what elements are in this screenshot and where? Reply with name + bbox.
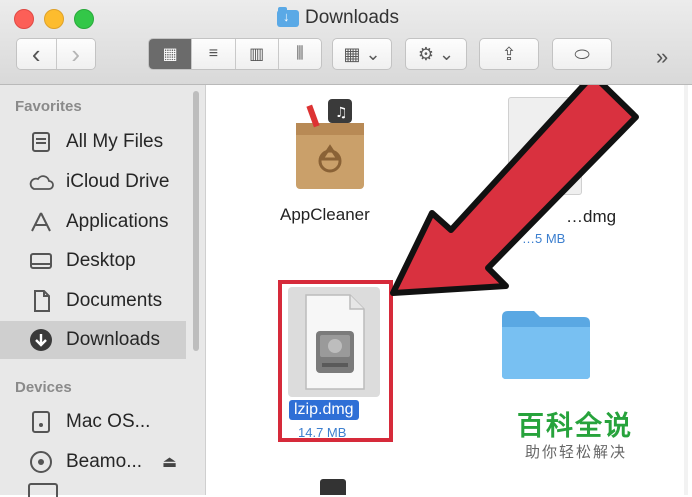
documents-icon [28,289,54,313]
sidebar-scrollbar[interactable] [193,91,199,351]
sidebar-item-label: Desktop [66,250,136,271]
edit-tags-button[interactable]: ⬭ [552,38,612,70]
forward-button[interactable]: › [56,39,95,69]
sidebar-item-label: iCloud Drive [66,171,170,192]
icon-view-button[interactable]: ▦ [149,39,193,69]
sidebar-item-mac-os[interactable]: Mac OS... [0,403,186,441]
sidebar-item-label: Documents [66,290,163,311]
downloads-folder-icon [277,6,299,27]
downloads-icon [28,328,54,352]
all-my-files-icon [28,130,54,154]
sidebar-item-downloads[interactable]: Downloads [0,321,186,359]
eject-icon[interactable]: ⏏ [162,452,177,472]
sidebar-item-label: Applications [66,211,169,232]
sidebar-item-applications[interactable]: Applications [0,203,186,241]
sidebar-item-label: Mac OS... [66,411,151,432]
navigation-buttons: ‹ › [16,38,96,70]
action-gear-button[interactable]: ⚙ ⌄ [405,38,467,70]
favorites-header: Favorites [15,98,82,115]
watermark-title: 百科全说 [517,411,633,442]
share-button[interactable]: ⇪ [479,38,539,70]
column-view-button[interactable]: ▥ [235,39,279,69]
list-view-button[interactable]: ≡ [192,39,236,69]
sidebar: Favorites All My Files iCloud Drive Appl… [0,85,206,497]
sidebar-item-label: All My Files [66,131,164,152]
zoom-window-button[interactable] [74,9,94,29]
sidebar-item-documents[interactable]: Documents [0,282,186,320]
sidebar-item-label: Downloads [66,329,160,350]
hard-drive-icon [28,410,54,434]
window-title-text: Downloads [305,7,399,28]
back-button[interactable]: ‹ [17,39,57,69]
sidebar-item-desktop[interactable]: Desktop [0,242,186,280]
applications-icon [28,210,54,234]
sidebar-item-label: Beamo... [66,451,143,472]
disc-icon [28,450,54,474]
sidebar-item-all-my-files[interactable]: All My Files [0,123,186,161]
sidebar-item-beamo[interactable]: Beamo... ⏏ [0,443,186,481]
minimize-window-button[interactable] [44,9,64,29]
content-scrollbar[interactable] [684,85,688,495]
sidebar-item-icloud-drive[interactable]: iCloud Drive [0,163,186,201]
desktop-icon [28,249,54,273]
window-title: Downloads [277,6,399,30]
window-toolbar: Downloads ‹ › ▦ ≡ ▥ ⫼ ▦ ⌄ ⚙ ⌄ ⇪ ⬭ » [0,0,692,85]
toolbar-overflow-button[interactable]: » [656,44,668,70]
arrange-button[interactable]: ▦ ⌄ [332,38,392,70]
close-window-button[interactable] [14,9,34,29]
watermark-subtitle: 助你轻松解决 [525,443,628,461]
cover-flow-view-button[interactable]: ⫼ [278,39,321,69]
view-switcher: ▦ ≡ ▥ ⫼ [148,38,322,70]
cloud-icon [28,170,54,194]
devices-header: Devices [15,379,72,396]
